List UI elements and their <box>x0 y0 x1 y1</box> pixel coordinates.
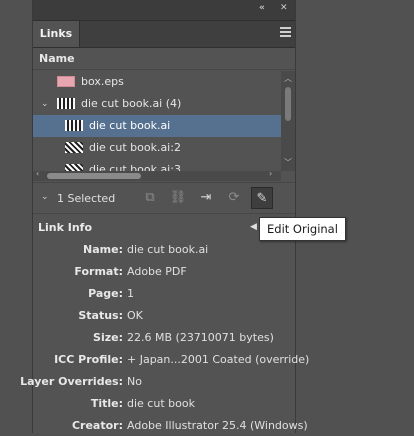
scroll-down-icon[interactable]: ﹀ <box>284 157 292 168</box>
link-row[interactable]: box.eps <box>33 71 281 93</box>
panel-menu-icon[interactable] <box>280 27 291 39</box>
info-value: 22.6 MB (23710071 bytes) <box>127 331 274 344</box>
link-name: box.eps <box>81 75 124 88</box>
info-value: die cut book.ai <box>127 243 209 256</box>
info-key: Status: <box>78 309 123 322</box>
edit-original-tooltip: Edit Original <box>259 217 346 241</box>
link-name: die cut book.ai (4) <box>81 97 182 110</box>
link-group-row[interactable]: ⌄ die cut book.ai (4) <box>33 93 281 115</box>
link-thumbnail <box>65 164 83 171</box>
info-row: Status: OK <box>33 306 295 326</box>
chevron-down-icon[interactable]: ⌄ <box>41 93 49 115</box>
link-thumbnail <box>65 142 83 153</box>
collapse-panel-icon[interactable]: « <box>259 3 265 13</box>
info-key: Name: <box>83 243 123 256</box>
scroll-right-icon[interactable]: › <box>269 169 272 178</box>
info-value: Adobe Illustrator 25.4 (Windows) <box>127 419 308 432</box>
scroll-left-icon[interactable]: ‹ <box>36 169 39 178</box>
list-horizontal-scrollbar[interactable]: ‹ › <box>33 169 281 181</box>
links-list: box.eps ⌄ die cut book.ai (4) die cut bo… <box>33 71 281 171</box>
edit-original-pencil-icon[interactable]: ✎ <box>251 187 273 209</box>
chevron-down-icon[interactable]: ⌄ <box>41 192 49 202</box>
info-key: Creator: <box>71 419 123 432</box>
list-vertical-scrollbar[interactable]: ︿ ﹀ <box>281 71 295 171</box>
info-value: + Japan...2001 Coated (override) <box>127 353 310 366</box>
link-thumbnail <box>65 120 83 131</box>
name-column-header[interactable]: Name <box>33 48 295 70</box>
scroll-thumb[interactable] <box>285 87 291 121</box>
selection-count: 1 Selected <box>57 192 116 205</box>
info-row: ICC Profile: + Japan...2001 Coated (over… <box>33 350 309 370</box>
info-value: OK <box>127 309 143 322</box>
update-link-icon[interactable]: ⟳ <box>223 187 245 209</box>
scroll-thumb[interactable] <box>47 173 141 179</box>
panel-title-bar[interactable]: « ✕ <box>33 0 295 21</box>
info-value: 1 <box>127 287 134 300</box>
info-value: No <box>127 375 142 388</box>
close-panel-icon[interactable]: ✕ <box>280 3 288 13</box>
tab-links[interactable]: Links <box>33 21 80 47</box>
info-key: Title: <box>90 397 123 410</box>
info-key: Size: <box>93 331 123 344</box>
link-row[interactable]: die cut book.ai:2 <box>33 137 281 159</box>
info-row: Name: die cut book.ai <box>33 240 295 260</box>
info-row: Size: 22.6 MB (23710071 bytes) <box>33 328 295 348</box>
link-name: die cut book.ai <box>89 119 171 132</box>
link-row[interactable]: die cut book.ai:3 <box>33 159 281 171</box>
info-row: Creator: Adobe Illustrator 25.4 (Windows… <box>33 416 308 436</box>
link-name: die cut book.ai:2 <box>89 141 181 154</box>
scroll-up-icon[interactable]: ︿ <box>284 73 292 84</box>
links-panel: « ✕ Links Name box.eps ⌄ die cut book.ai… <box>20 0 309 436</box>
go-to-link-icon[interactable]: ⇥ <box>195 187 217 209</box>
info-key: Page: <box>88 287 123 300</box>
links-toolbar: ⌄ 1 Selected ⧉ ⛓ ⇥ ⟳ ✎ <box>33 182 295 214</box>
link-thumbnail <box>57 76 75 87</box>
info-row: Title: die cut book <box>33 394 295 414</box>
relink-icon[interactable]: ⛓ <box>167 187 189 209</box>
info-value: Adobe PDF <box>127 265 187 278</box>
panel-tab-strip: Links <box>33 21 295 48</box>
link-thumbnail <box>57 98 75 109</box>
info-value: die cut book <box>127 397 195 410</box>
link-name: die cut book.ai:3 <box>89 163 181 171</box>
info-key: ICC Profile: <box>54 353 123 366</box>
info-key: Layer Overrides: <box>20 375 123 388</box>
relink-from-cc-libraries-icon[interactable]: ⧉ <box>139 187 161 209</box>
collapse-left-icon[interactable]: ◀ <box>250 222 257 232</box>
link-row-selected[interactable]: die cut book.ai <box>33 115 281 137</box>
info-key: Format: <box>74 265 123 278</box>
info-row: Format: Adobe PDF <box>33 262 295 282</box>
info-row: Layer Overrides: No <box>20 372 295 392</box>
info-row: Page: 1 <box>33 284 295 304</box>
